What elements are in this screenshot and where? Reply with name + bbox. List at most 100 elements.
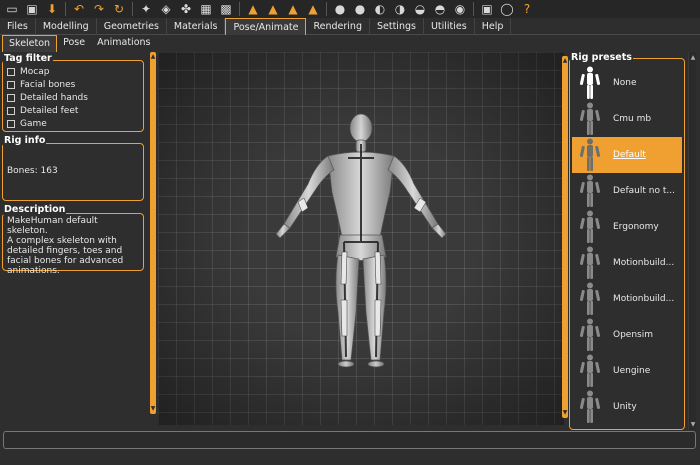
preset-label: Default no t... — [613, 186, 675, 196]
screenshot-icon[interactable]: ▣ — [479, 1, 495, 17]
makehuman-window: ▭ ▣ ⬇ ↶ ↷ ↻ ✦ ◈ ✤ ▦ ▩ ▲ ▲ ▲ ▲ ● ● ◐ ◑ ◒ … — [0, 0, 700, 465]
back-view-icon[interactable]: ▲ — [265, 1, 281, 17]
preset-label: Unity — [613, 402, 637, 412]
scroll-down-icon[interactable]: ▼ — [150, 406, 156, 412]
preset-thumbnail-icon — [572, 389, 608, 425]
symmetry-right-icon[interactable]: ◒ — [412, 1, 428, 17]
preset-label: Opensim — [613, 330, 653, 340]
preset-motionbuilder-2[interactable]: Motionbuild... — [572, 281, 682, 317]
scroll-up-icon[interactable]: ▲ — [150, 54, 156, 60]
left-view-icon[interactable]: ▲ — [285, 1, 301, 17]
new-file-icon[interactable]: ▭ — [4, 1, 20, 17]
description-line: animations. — [7, 266, 60, 276]
tab-files[interactable]: Files — [0, 18, 36, 35]
preset-label: None — [613, 78, 637, 88]
export-icon[interactable]: ⬇ — [44, 1, 60, 17]
facial-bones-checkbox[interactable] — [7, 80, 15, 89]
reset-icon[interactable]: ↻ — [111, 1, 127, 17]
mocap-checkbox[interactable] — [7, 67, 15, 76]
preset-thumbnail-icon — [572, 101, 608, 137]
filter-facial-bones[interactable]: Facial bones — [3, 78, 143, 91]
symmetry-icon[interactable]: ◑ — [392, 1, 408, 17]
symmetry-left-icon[interactable]: ◓ — [432, 1, 448, 17]
toolbar-separator — [473, 2, 474, 16]
main-tab-bar: Files Modelling Geometries Materials Pos… — [0, 18, 700, 35]
filter-game[interactable]: Game — [3, 117, 143, 130]
preset-thumbnail-icon — [572, 209, 608, 245]
preset-default-no-toes[interactable]: Default no t... — [572, 173, 682, 209]
tab-help[interactable]: Help — [475, 18, 512, 35]
rig-presets-title: Rig presets — [570, 52, 633, 63]
filter-detailed-hands[interactable]: Detailed hands — [3, 91, 143, 104]
description-line: facial bones for advanced — [7, 256, 124, 266]
tag-filter-group: Mocap Facial bones Detailed hands Detail… — [2, 60, 144, 132]
toolbar-separator — [65, 2, 66, 16]
save-icon[interactable]: ▣ — [24, 1, 40, 17]
filter-detailed-feet[interactable]: Detailed feet — [3, 104, 143, 117]
camera-icon[interactable]: ◉ — [452, 1, 468, 17]
top-view-icon[interactable]: ● — [332, 1, 348, 17]
description-line: A complex skeleton with — [7, 236, 117, 246]
tab-pose-animate[interactable]: Pose/Animate — [225, 18, 307, 35]
tag-filter-title: Tag filter — [3, 53, 53, 64]
toolbar: ▭ ▣ ⬇ ↶ ↷ ↻ ✦ ◈ ✤ ▦ ▩ ▲ ▲ ▲ ▲ ● ● ◐ ◑ ◒ … — [0, 0, 700, 18]
description-line: detailed fingers, toes and — [7, 246, 123, 256]
sub-tab-bar: Skeleton Pose Animations — [0, 35, 700, 52]
game-checkbox[interactable] — [7, 119, 15, 128]
filter-label: Detailed feet — [20, 105, 79, 116]
tab-rendering[interactable]: Rendering — [306, 18, 370, 35]
tab-geometries[interactable]: Geometries — [97, 18, 167, 35]
preset-opensim[interactable]: Opensim — [572, 317, 682, 353]
description-text: MakeHuman default skeleton. A complex sk… — [3, 214, 143, 280]
front-view-icon[interactable]: ▲ — [245, 1, 261, 17]
preset-thumbnail-icon — [572, 281, 608, 317]
filter-label: Facial bones — [20, 79, 76, 90]
subtab-animations[interactable]: Animations — [91, 35, 156, 52]
status-bar — [3, 431, 696, 449]
help-icon[interactable]: ? — [519, 1, 535, 17]
preset-default[interactable]: Default — [572, 137, 682, 173]
preset-unity[interactable]: Unity — [572, 389, 682, 425]
right-view-icon[interactable]: ▲ — [305, 1, 321, 17]
pose-icon[interactable]: ✤ — [178, 1, 194, 17]
smooth-icon[interactable]: ✦ — [138, 1, 154, 17]
rig-info-title: Rig info — [3, 135, 47, 146]
preset-cmu-mb[interactable]: Cmu mb — [572, 101, 682, 137]
ring-icon[interactable]: ◯ — [499, 1, 515, 17]
scroll-down-icon[interactable]: ▼ — [689, 421, 697, 428]
bottom-view-icon[interactable]: ● — [352, 1, 368, 17]
left-panel-scrollbar[interactable]: ▲ ▼ — [150, 52, 156, 414]
grid-icon[interactable]: ▦ — [198, 1, 214, 17]
detailed-hands-checkbox[interactable] — [7, 93, 15, 102]
description-title: Description — [3, 204, 67, 215]
subtab-skeleton[interactable]: Skeleton — [2, 35, 58, 52]
detailed-feet-checkbox[interactable] — [7, 106, 15, 115]
preset-motionbuilder-1[interactable]: Motionbuild... — [572, 245, 682, 281]
filter-mocap[interactable]: Mocap — [3, 65, 143, 78]
reset-camera-icon[interactable]: ◐ — [372, 1, 388, 17]
scroll-up-icon[interactable]: ▲ — [689, 54, 697, 61]
tab-modelling[interactable]: Modelling — [36, 18, 97, 35]
background-icon[interactable]: ▩ — [218, 1, 234, 17]
viewport-scrollbar[interactable]: ▲ ▼ — [562, 56, 568, 418]
scroll-up-icon[interactable]: ▲ — [562, 58, 568, 64]
subtab-pose[interactable]: Pose — [57, 35, 91, 52]
preset-ergonomy[interactable]: Ergonomy — [572, 209, 682, 245]
description-group: MakeHuman default skeleton. A complex sk… — [2, 213, 144, 276]
toolbar-separator — [326, 2, 327, 16]
preset-label: Default — [613, 150, 646, 160]
3d-viewport[interactable] — [158, 52, 564, 425]
preset-label: Cmu mb — [613, 114, 652, 124]
redo-icon[interactable]: ↷ — [91, 1, 107, 17]
preset-none[interactable]: None — [572, 65, 682, 101]
rig-presets-group: None Cmu mb Default Default no t... Ergo… — [569, 58, 685, 430]
rig-presets-scrollbar[interactable]: ▲ ▼ — [688, 52, 696, 430]
preset-thumbnail-icon — [572, 137, 608, 173]
scroll-down-icon[interactable]: ▼ — [562, 410, 568, 416]
preset-uengine[interactable]: Uengine — [572, 353, 682, 389]
undo-icon[interactable]: ↶ — [71, 1, 87, 17]
tab-settings[interactable]: Settings — [370, 18, 424, 35]
tab-materials[interactable]: Materials — [167, 18, 226, 35]
wireframe-icon[interactable]: ◈ — [158, 1, 174, 17]
tab-utilities[interactable]: Utilities — [424, 18, 475, 35]
